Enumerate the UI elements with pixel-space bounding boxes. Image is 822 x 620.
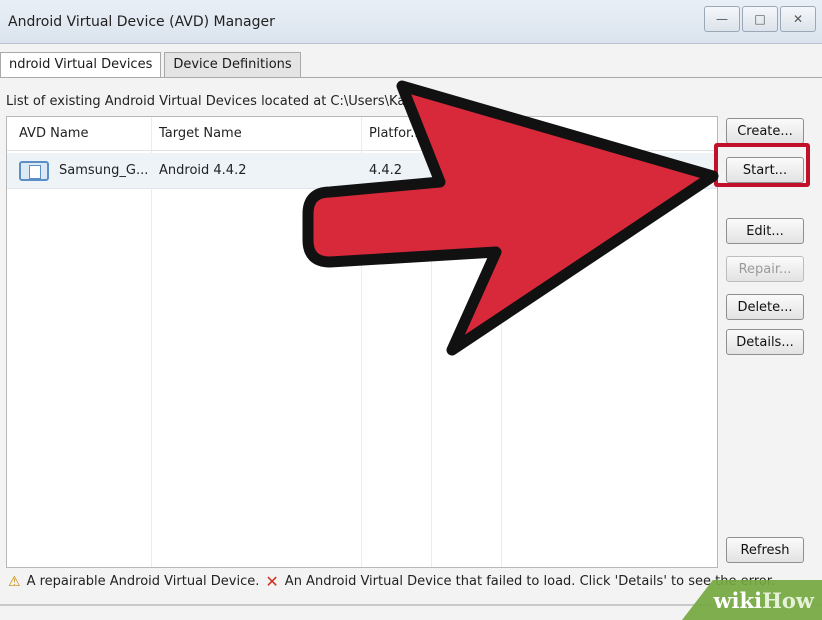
tab-bar: ndroid Virtual Devices Device Definition…	[0, 52, 304, 78]
refresh-button[interactable]: Refresh	[726, 537, 804, 563]
maximize-button[interactable]: □	[742, 6, 778, 32]
header-avd-name[interactable]: AVD Name	[19, 126, 88, 141]
cell-target-name: Android 4.4.2	[159, 163, 247, 178]
delete-button[interactable]: Delete...	[726, 294, 804, 320]
header-target-name[interactable]: Target Name	[159, 126, 242, 141]
window-controls: — □ ✕	[704, 6, 816, 32]
avd-table: AVD Name Target Name Platfor... Samsung_…	[6, 116, 718, 568]
watermark-how: How	[762, 587, 814, 613]
tab-divider	[0, 77, 822, 78]
repair-button[interactable]: Repair...	[726, 256, 804, 282]
cell-avd-name: Samsung_G...	[59, 163, 149, 178]
cell-platform: 4.4.2	[369, 163, 403, 178]
table-row[interactable]: Samsung_G... Android 4.4.2 4.4.2 19	[7, 153, 717, 189]
error-icon: ✕	[265, 572, 279, 591]
error-legend-text: An Android Virtual Device that failed to…	[284, 574, 775, 589]
cell-api-level: 19	[439, 163, 456, 178]
avd-manager-window: Android Virtual Device (AVD) Manager — □…	[0, 0, 822, 620]
status-legend: ⚠ A repairable Android Virtual Device. ✕…	[8, 572, 775, 591]
device-icon	[19, 161, 49, 181]
tab-android-virtual-devices[interactable]: ndroid Virtual Devices	[0, 52, 162, 78]
create-button[interactable]: Create...	[726, 118, 804, 144]
warning-icon: ⚠	[8, 573, 21, 590]
table-header: AVD Name Target Name Platfor...	[7, 117, 717, 151]
start-button-highlight	[714, 143, 810, 187]
edit-button[interactable]: Edit...	[726, 218, 804, 244]
title-bar: Android Virtual Device (AVD) Manager — □…	[0, 0, 822, 44]
details-button[interactable]: Details...	[726, 329, 804, 355]
close-button[interactable]: ✕	[780, 6, 816, 32]
window-title: Android Virtual Device (AVD) Manager	[8, 14, 275, 30]
minimize-button[interactable]: —	[704, 6, 740, 32]
header-platform[interactable]: Platfor...	[369, 126, 423, 141]
watermark-wiki: wiki	[713, 587, 763, 613]
avd-location-label: List of existing Android Virtual Devices…	[6, 94, 413, 109]
tab-device-definitions[interactable]: Device Definitions	[164, 52, 301, 78]
warning-legend-text: A repairable Android Virtual Device.	[26, 574, 260, 589]
